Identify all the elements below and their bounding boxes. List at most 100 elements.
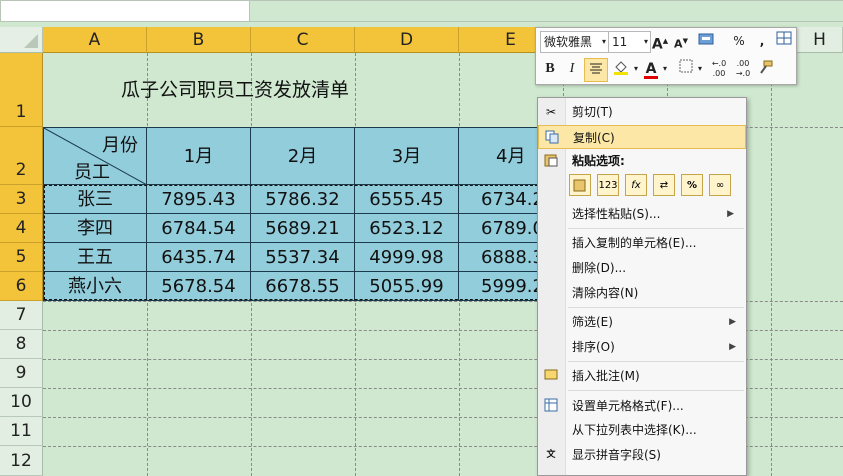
row-header-1[interactable]: 1 (0, 53, 43, 127)
menu-item-delete[interactable]: 删除(D)... (538, 256, 746, 280)
row-header-6[interactable]: 6 (0, 272, 43, 301)
month-header-1[interactable]: 1月 (147, 127, 251, 185)
menu-item-clear-contents[interactable]: 清除内容(N) (538, 281, 746, 305)
font-color-letter: A (645, 61, 657, 77)
menu-item-label: 复制(C) (573, 131, 615, 145)
font-color-button[interactable]: A (642, 59, 660, 79)
comment-icon (543, 368, 559, 384)
copy-icon (544, 130, 560, 146)
menu-item-label: 排序(O) (572, 340, 615, 354)
dropdown-arrow-icon: ▾ (601, 37, 606, 46)
paste-icon[interactable] (569, 174, 591, 196)
row-header-10[interactable]: 10 (0, 388, 43, 417)
paste-transpose-icon[interactable]: ⇄ (653, 174, 675, 196)
paste-icon (543, 153, 559, 169)
col-header-h[interactable]: H (797, 27, 843, 53)
diagonal-header-cell[interactable]: 月份 员工 (43, 127, 147, 185)
border-grid-icon[interactable] (774, 31, 794, 51)
font-name: 微软雅黑 (544, 35, 593, 49)
menu-item-label: 选择性粘贴(S)... (572, 207, 661, 221)
menu-item-paste-special[interactable]: 选择性粘贴(S)... ▶ (538, 202, 746, 226)
menu-item-label: 插入批注(M) (572, 369, 640, 383)
select-all-corner[interactable] (0, 27, 43, 53)
decrease-decimal-icon[interactable]: .00 →.0 (732, 59, 754, 79)
dropdown-arrow-icon[interactable]: ▾ (696, 59, 704, 79)
percent-style-button[interactable]: % (732, 31, 746, 51)
shrink-font-icon[interactable]: A▼ (672, 31, 690, 51)
paste-formatting-button[interactable]: % (681, 174, 703, 196)
comma-style-button[interactable]: , (755, 31, 769, 51)
dropdown-arrow-icon[interactable]: ▾ (661, 59, 669, 79)
corner-employee-label: 员工 (74, 162, 110, 183)
format-cells-icon (543, 398, 559, 414)
col-header-b[interactable]: B (147, 27, 251, 53)
row-header-11[interactable]: 11 (0, 417, 43, 446)
row-header-5[interactable]: 5 (0, 243, 43, 272)
menu-item-insert-copied-cells[interactable]: 插入复制的单元格(E)... (538, 231, 746, 255)
menu-separator (568, 307, 744, 308)
menu-item-show-phonetic[interactable]: 文 显示拼音字段(S) (538, 443, 746, 467)
col-header-c[interactable]: C (251, 27, 355, 53)
col-header-d[interactable]: D (355, 27, 459, 53)
menu-separator (568, 390, 744, 391)
menu-item-label: 粘贴选项: (572, 154, 625, 168)
dropdown-arrow-icon: ▾ (643, 37, 648, 46)
row-header-2[interactable]: 2 (0, 127, 43, 185)
menu-item-label: 删除(D)... (572, 261, 627, 275)
menu-item-filter[interactable]: 筛选(E) ▶ (538, 310, 746, 334)
align-center-button[interactable] (584, 58, 608, 82)
font-size-combo[interactable]: 11 ▾ (608, 31, 651, 53)
menu-item-cut[interactable]: ✂ 剪切(T) (538, 100, 746, 124)
italic-button[interactable]: I (562, 59, 582, 79)
sheet-title: 瓜子公司职员工资发放清单 (120, 79, 349, 101)
increase-decimal-icon[interactable]: ←.0.00 (708, 59, 730, 79)
menu-item-sort[interactable]: 排序(O) ▶ (538, 335, 746, 359)
mini-toolbar: 微软雅黑 ▾ 11 ▾ A▲ A▼ % , B I ▾ A ▾ ▾ ←.0.00 .… (535, 27, 797, 85)
submenu-arrow-icon: ▶ (729, 317, 736, 327)
row-header-12[interactable]: 12 (0, 446, 43, 476)
submenu-arrow-icon: ▶ (729, 342, 736, 352)
menu-separator (568, 361, 744, 362)
grow-font-icon[interactable]: A▲ (651, 31, 669, 53)
paste-formulas-button[interactable]: fx (625, 174, 647, 196)
bold-button[interactable]: B (540, 59, 560, 79)
row-header-8[interactable]: 8 (0, 330, 43, 359)
copy-marquee (44, 185, 538, 300)
submenu-arrow-icon: ▶ (727, 209, 734, 219)
menu-item-label: 筛选(E) (572, 315, 613, 329)
month-header-3[interactable]: 3月 (355, 127, 459, 185)
format-painter-icon[interactable] (756, 59, 776, 79)
row-header-3[interactable]: 3 (0, 185, 43, 214)
format-style-icon[interactable] (696, 31, 718, 51)
menu-item-label: 清除内容(N) (572, 286, 639, 300)
menu-separator (568, 228, 744, 229)
menu-item-format-cells[interactable]: 设置单元格格式(F)... (538, 394, 746, 418)
row-header-7[interactable]: 7 (0, 301, 43, 330)
formula-bar[interactable] (250, 0, 843, 22)
borders-icon[interactable] (676, 59, 696, 79)
scissors-icon: ✂ (545, 105, 557, 119)
fill-color-icon[interactable] (610, 59, 632, 79)
paste-values-button[interactable]: 123 (597, 174, 619, 196)
paste-link-icon[interactable]: ∞ (709, 174, 731, 196)
dropdown-arrow-icon[interactable]: ▾ (632, 59, 640, 79)
menu-item-label: 显示拼音字段(S) (572, 448, 661, 462)
corner-month-label: 月份 (102, 135, 138, 156)
month-header-2[interactable]: 2月 (251, 127, 355, 185)
row-header-4[interactable]: 4 (0, 214, 43, 243)
menu-item-copy[interactable]: 复制(C) (538, 125, 746, 149)
menu-item-label: 设置单元格格式(F)... (572, 399, 684, 413)
row-header-9[interactable]: 9 (0, 359, 43, 388)
menu-item-insert-comment[interactable]: 插入批注(M) (538, 364, 746, 388)
phonetic-icon: 文 (546, 450, 556, 460)
font-color-swatch (644, 76, 658, 79)
name-box[interactable] (0, 0, 250, 22)
font-size: 11 (612, 35, 628, 49)
context-menu: ✂ 剪切(T) 复制(C) 粘贴选项: 123 fx ⇄ % ∞ 选择性粘贴(S… (537, 97, 747, 476)
menu-item-label: 剪切(T) (572, 105, 613, 119)
menu-item-paste-options: 粘贴选项: (538, 149, 746, 173)
font-name-combo[interactable]: 微软雅黑 ▾ (540, 31, 609, 53)
menu-item-pick-from-list[interactable]: 从下拉列表中选择(K)... (538, 418, 746, 442)
menu-item-label: 插入复制的单元格(E)... (572, 236, 697, 250)
col-header-a[interactable]: A (43, 27, 147, 53)
